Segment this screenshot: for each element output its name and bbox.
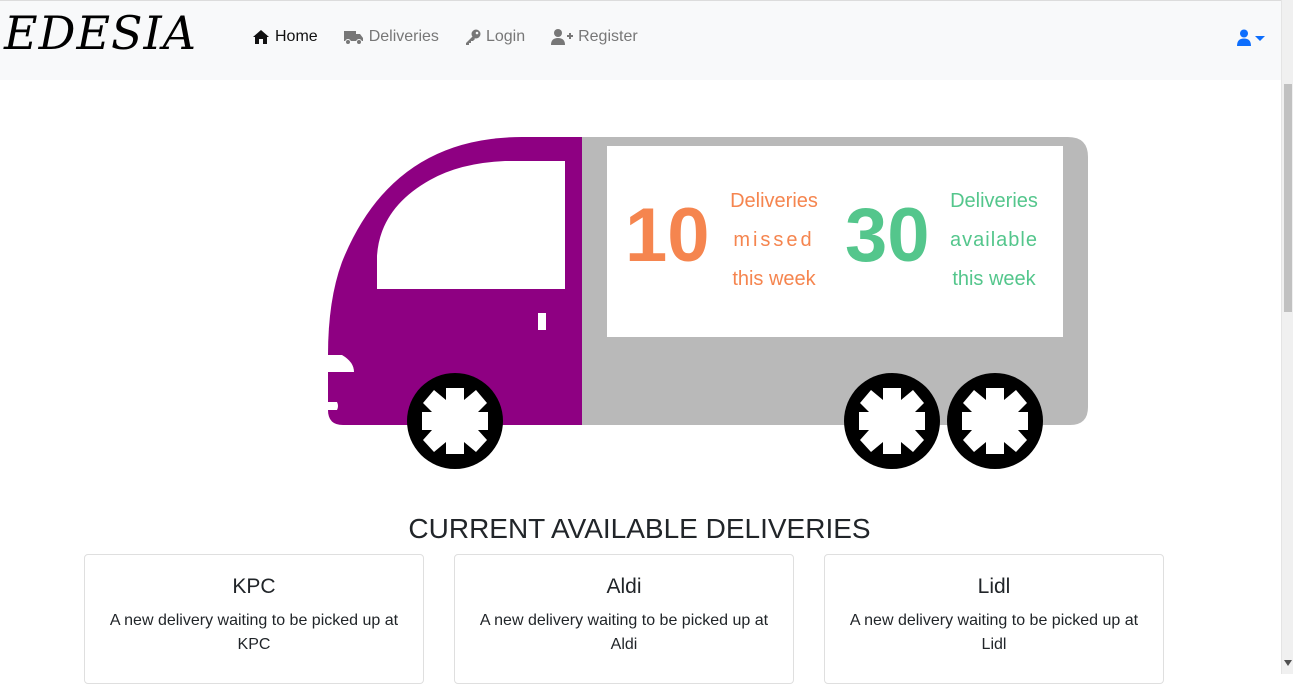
nav-home[interactable]: Home (252, 26, 318, 48)
nav-register-label: Register (578, 28, 638, 45)
nav-register[interactable]: Register (551, 26, 638, 48)
nav-login-label: Login (485, 28, 526, 45)
delivery-stats-panel: 10 Deliveries missed this week 30 Delive… (607, 146, 1063, 337)
missed-label-line2: missed (733, 229, 815, 251)
missed-count: 10 (625, 193, 710, 278)
delivery-card-lidl[interactable]: Lidl A new delivery waiting to be picked… (824, 554, 1164, 684)
nav-links: Home Deliveries Login Register (252, 26, 664, 48)
home-icon (253, 30, 269, 44)
user-plus-icon (551, 29, 574, 45)
missed-label-line3: this week (732, 268, 816, 290)
available-label-line3: this week (952, 268, 1036, 290)
card-title: Lidl (977, 575, 1011, 598)
caret-down-icon (1255, 35, 1265, 41)
truck-bumper-notch (328, 402, 338, 410)
delivery-card-kpc[interactable]: KPC A new delivery waiting to be picked … (84, 554, 424, 684)
scroll-down-arrow-icon[interactable] (1284, 660, 1292, 666)
user-icon (1237, 29, 1251, 46)
card-text: A new delivery waiting to be picked up a… (849, 612, 1139, 653)
nav-home-label: Home (275, 28, 318, 45)
truck-window (377, 161, 565, 289)
delivery-card-aldi[interactable]: Aldi A new delivery waiting to be picked… (454, 554, 794, 684)
card-title: KPC (232, 575, 276, 598)
truck-headlight (328, 355, 354, 372)
section-title: CURRENT AVAILABLE DELIVERIES (408, 513, 871, 544)
wheel-rear-1 (844, 373, 940, 469)
available-count: 30 (845, 193, 930, 278)
available-label-line2: available (950, 229, 1038, 251)
brand-logo[interactable]: EDESIA (4, 7, 197, 59)
user-menu-toggle[interactable] (1237, 29, 1265, 46)
card-text: A new delivery waiting to be picked up a… (109, 612, 399, 653)
wheel-front (407, 373, 503, 469)
truck-cab (328, 137, 582, 425)
navbar: EDESIA Home Deliveries Login Register (0, 0, 1281, 80)
nav-deliveries-label: Deliveries (368, 28, 439, 45)
card-text: A new delivery waiting to be picked up a… (479, 612, 769, 653)
truck-icon (343, 31, 363, 45)
key-icon (465, 29, 481, 45)
available-label-line1: Deliveries (950, 190, 1038, 212)
nav-login[interactable]: Login (465, 26, 525, 48)
scrollbar-thumb[interactable] (1284, 84, 1292, 312)
wheel-rear-2 (947, 373, 1043, 469)
card-title: Aldi (606, 575, 642, 598)
page-scrollbar[interactable] (1281, 0, 1293, 674)
missed-label-line1: Deliveries (730, 190, 818, 212)
nav-deliveries[interactable]: Deliveries (343, 26, 439, 48)
truck-door-handle (538, 313, 546, 330)
